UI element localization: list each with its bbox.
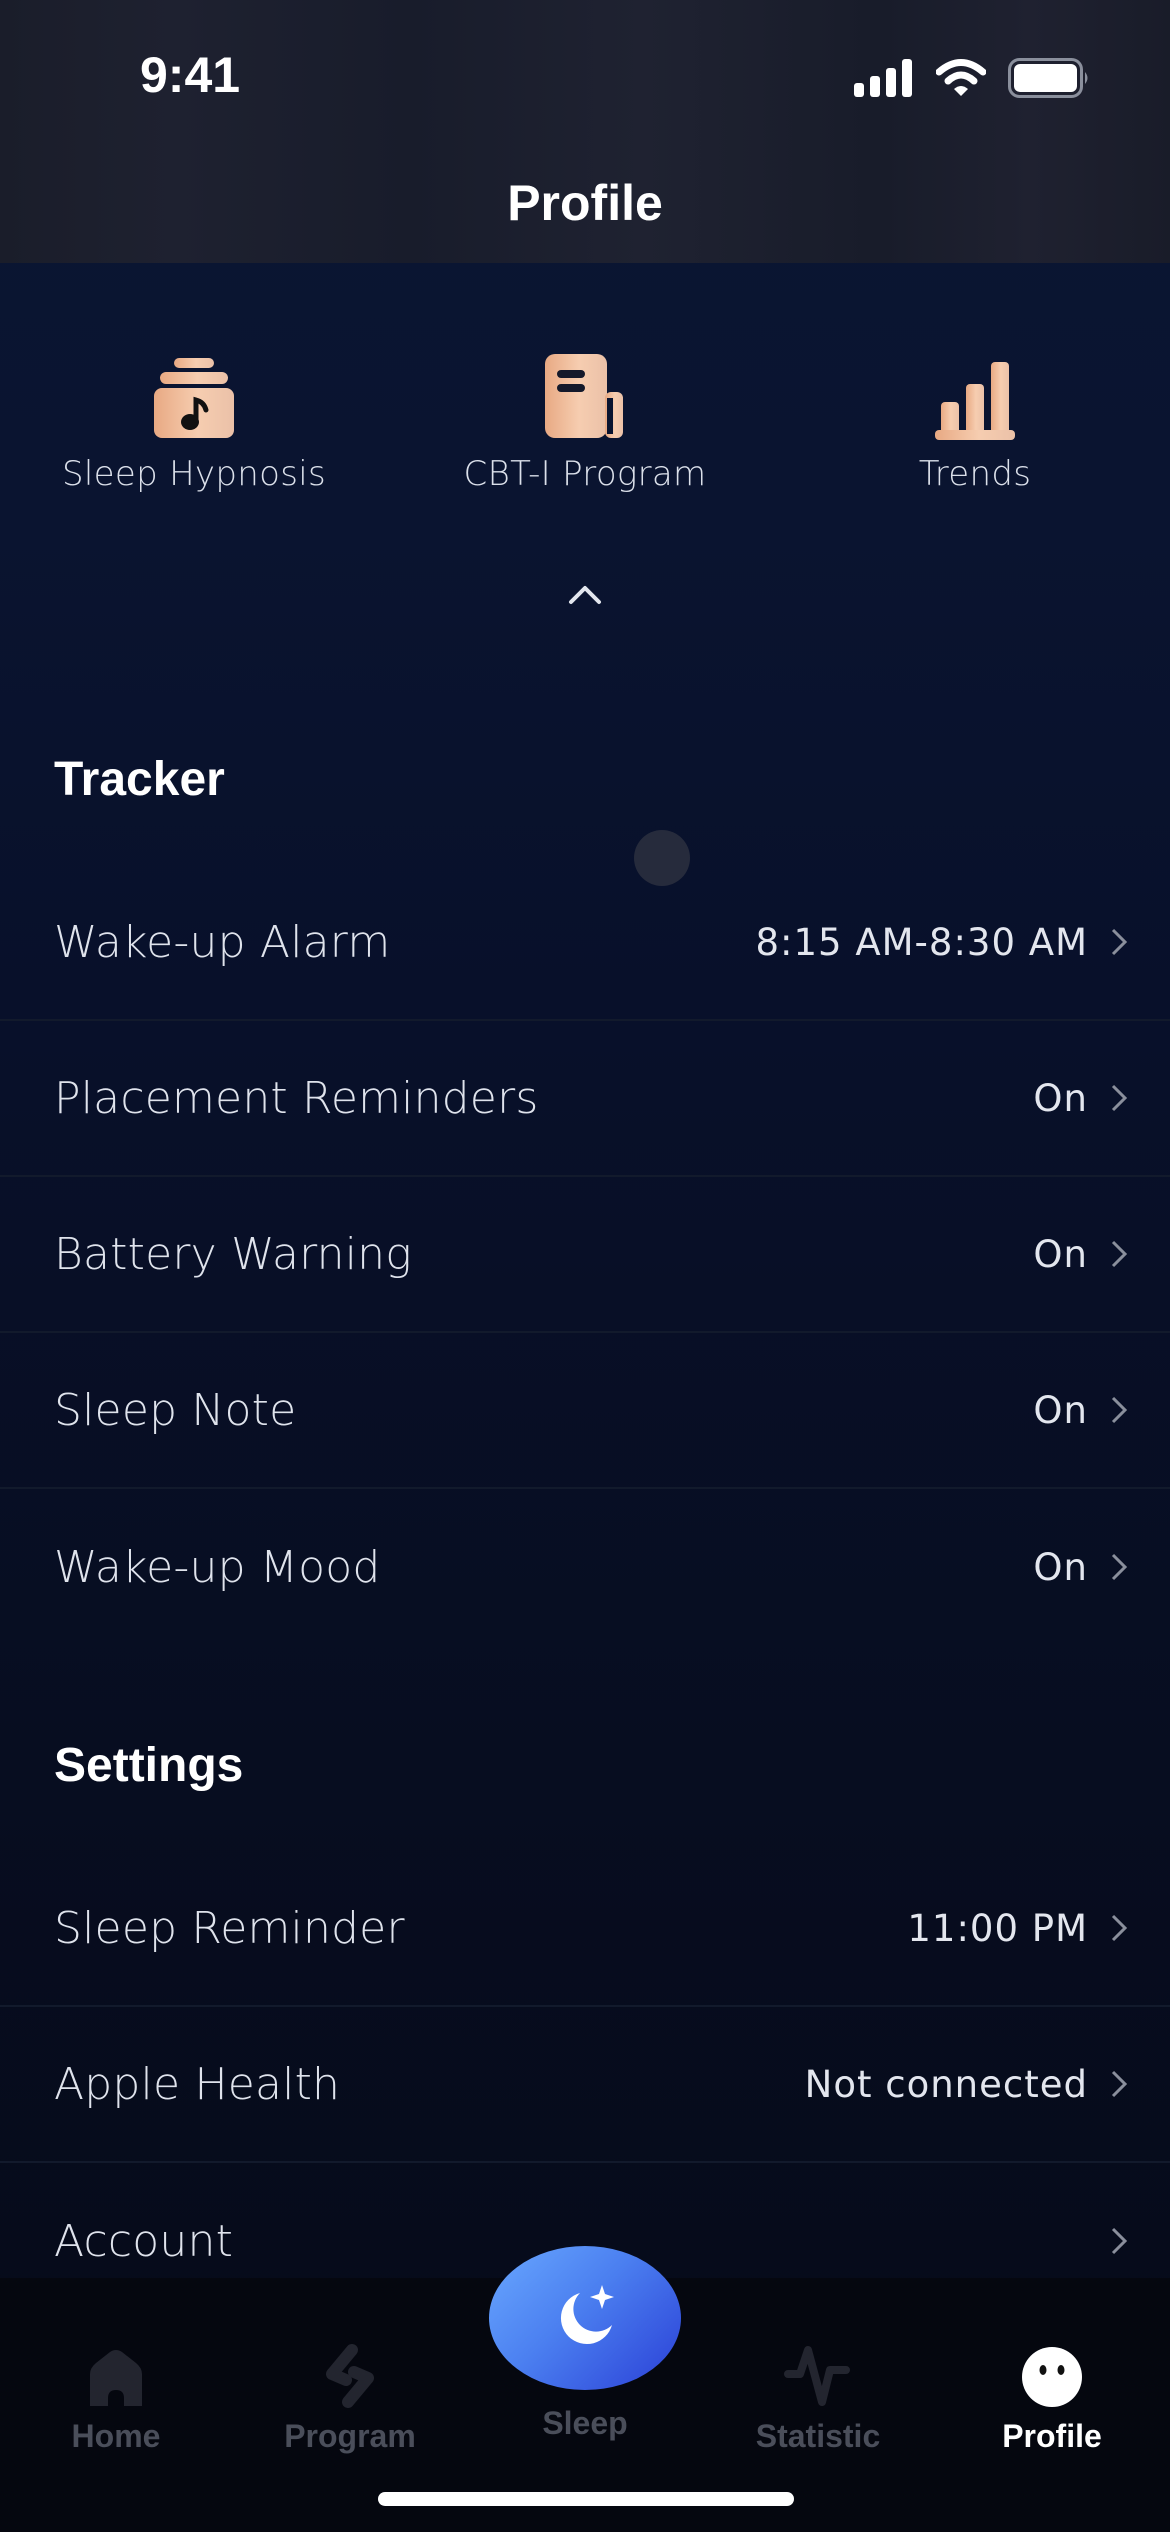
row-value: Not connected bbox=[804, 2062, 1088, 2106]
row-label: Apple Health bbox=[54, 2058, 341, 2110]
bar-chart-icon bbox=[935, 362, 1015, 440]
tab-label: Home bbox=[71, 2418, 161, 2454]
row-battery-warning[interactable]: Battery Warning On bbox=[0, 1177, 1170, 1333]
shortcut-trends[interactable]: Trends bbox=[825, 350, 1125, 494]
tab-home[interactable]: Home bbox=[16, 2278, 216, 2454]
tab-program[interactable]: Program bbox=[250, 2278, 450, 2454]
home-icon bbox=[90, 2350, 142, 2406]
program-icon bbox=[326, 2344, 374, 2408]
tab-sleep[interactable] bbox=[489, 2246, 681, 2390]
row-label: Sleep Reminder bbox=[54, 1902, 405, 1954]
tab-label: Profile bbox=[1002, 2418, 1102, 2454]
signal-icon bbox=[854, 59, 912, 97]
status-time: 9:41 bbox=[140, 47, 241, 103]
row-value: On bbox=[1033, 1076, 1088, 1120]
chevron-right-icon bbox=[1111, 1553, 1128, 1581]
chevron-right-icon bbox=[1111, 1396, 1128, 1424]
wifi-icon bbox=[936, 59, 986, 96]
row-value: On bbox=[1033, 1232, 1088, 1276]
shortcut-label: Trends bbox=[918, 454, 1032, 494]
tab-profile[interactable]: Profile bbox=[952, 2278, 1152, 2454]
section-title-settings: Settings bbox=[54, 1739, 244, 1792]
home-indicator[interactable] bbox=[378, 2492, 794, 2506]
row-sleep-note[interactable]: Sleep Note On bbox=[0, 1333, 1170, 1489]
battery-icon bbox=[1008, 58, 1088, 98]
row-sleep-reminder[interactable]: Sleep Reminder 11:00 PM bbox=[0, 1851, 1170, 2007]
chevron-right-icon bbox=[1111, 928, 1128, 956]
chevron-right-icon bbox=[1111, 1914, 1128, 1942]
row-apple-health[interactable]: Apple Health Not connected bbox=[0, 2007, 1170, 2163]
row-value: On bbox=[1033, 1545, 1088, 1589]
row-value: On bbox=[1033, 1388, 1088, 1432]
pulse-icon bbox=[784, 2346, 850, 2406]
tab-label: Statistic bbox=[755, 2418, 881, 2454]
row-wake-up-alarm[interactable]: Wake-up Alarm 8:15 AM-8:30 AM bbox=[0, 865, 1170, 1021]
row-label: Placement Reminders bbox=[54, 1072, 539, 1124]
row-placement-reminders[interactable]: Placement Reminders On bbox=[0, 1021, 1170, 1177]
notebook-icon bbox=[545, 354, 623, 438]
tab-statistic[interactable]: Statistic bbox=[718, 2278, 918, 2454]
chevron-right-icon bbox=[1111, 2070, 1128, 2098]
face-icon bbox=[1022, 2347, 1082, 2407]
music-jar-icon bbox=[154, 358, 234, 438]
chevron-right-icon bbox=[1111, 2227, 1128, 2255]
row-label: Sleep Note bbox=[54, 1384, 297, 1436]
page-title: Profile bbox=[507, 175, 663, 231]
shortcut-cbti-program[interactable]: CBT-I Program bbox=[435, 350, 735, 494]
top-header: 9:41 Profile bbox=[0, 0, 1170, 263]
moon-star-icon bbox=[560, 2285, 614, 2345]
tab-label: Program bbox=[284, 2418, 416, 2454]
row-label: Battery Warning bbox=[54, 1228, 412, 1280]
row-label: Wake-up Alarm bbox=[54, 916, 391, 968]
chevron-up-icon[interactable] bbox=[565, 580, 605, 610]
shortcut-row: Sleep Hypnosis CBT-I Program Trends bbox=[0, 350, 1170, 500]
section-title-tracker: Tracker bbox=[54, 753, 225, 806]
row-wake-up-mood[interactable]: Wake-up Mood On bbox=[0, 1489, 1170, 1645]
chevron-right-icon bbox=[1111, 1240, 1128, 1268]
chevron-right-icon bbox=[1111, 1084, 1128, 1112]
row-label: Wake-up Mood bbox=[54, 1541, 381, 1593]
row-value: 11:00 PM bbox=[907, 1906, 1088, 1950]
shortcut-label: CBT-I Program bbox=[463, 454, 707, 494]
row-value: 8:15 AM-8:30 AM bbox=[755, 920, 1088, 964]
tab-label-sleep: Sleep bbox=[542, 2405, 628, 2441]
shortcut-label: Sleep Hypnosis bbox=[62, 454, 326, 494]
shortcut-sleep-hypnosis[interactable]: Sleep Hypnosis bbox=[44, 350, 344, 494]
status-icons bbox=[854, 58, 1090, 98]
